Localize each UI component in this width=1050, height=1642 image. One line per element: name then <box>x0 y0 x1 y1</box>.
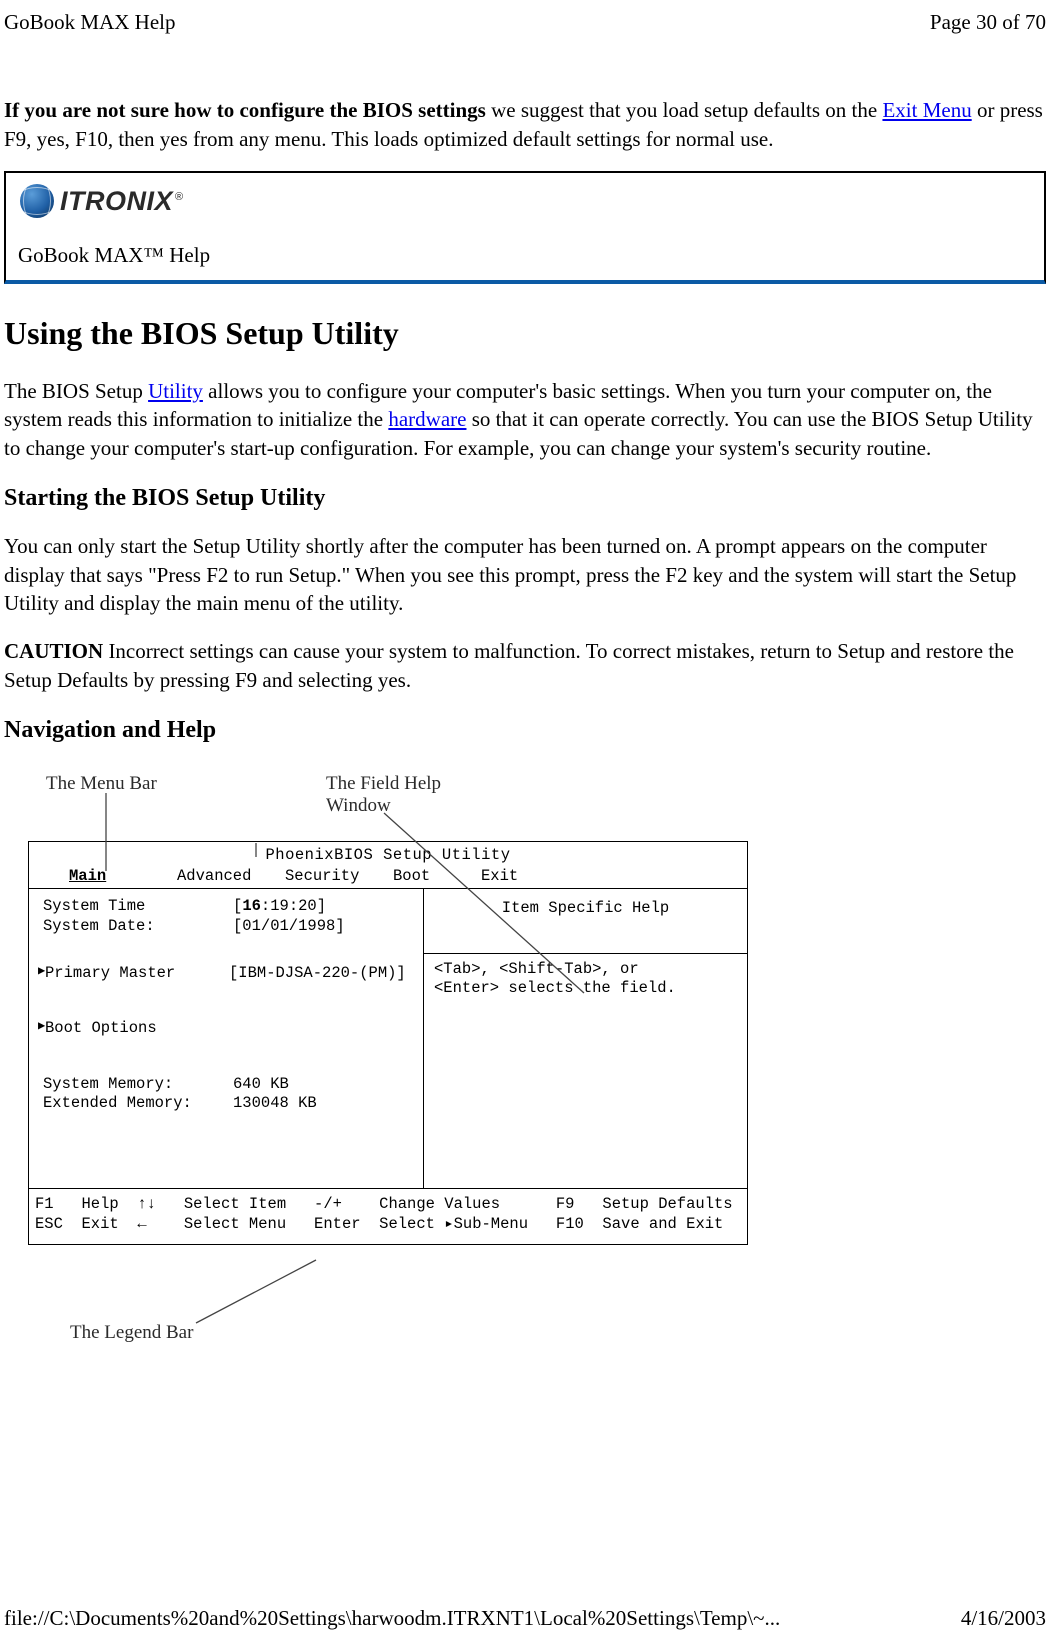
help-text-line1: <Tab>, <Shift-Tab>, or <box>434 960 737 979</box>
bios-legend-bar: F1 Help ↑↓ Select Item -/+ Change Values… <box>29 1188 747 1244</box>
intro-text-1: we suggest that you load setup defaults … <box>486 98 883 122</box>
footer-date: 4/16/2003 <box>961 1604 1046 1632</box>
subheading-starting: Starting the BIOS Setup Utility <box>4 482 1046 514</box>
extended-memory-value: 130048 KB <box>233 1094 317 1113</box>
bios-window: PhoenixBIOS Setup Utility Main Advanced … <box>28 841 748 1246</box>
item-specific-help-title: Item Specific Help <box>434 897 737 918</box>
tab-boot: Boot <box>393 867 481 886</box>
menubar-label: The Menu Bar <box>46 771 157 797</box>
boot-options-label: Boot Options <box>39 1019 229 1038</box>
bios-right-pane: Item Specific Help <Tab>, <Shift-Tab>, o… <box>424 889 747 1188</box>
right-divider <box>424 953 747 954</box>
caution-label: CAUTION <box>4 639 103 663</box>
header-left: GoBook MAX Help <box>4 8 176 36</box>
row-primary-master: ▶ Primary Master [IBM-DJSA-220-(PM)] <box>39 964 413 983</box>
para1-pre: The BIOS Setup <box>4 379 148 403</box>
row-system-date: System Date: [01/01/1998] <box>39 917 413 936</box>
bios-figure: The Menu Bar The Field Help Window The L… <box>6 765 766 1365</box>
page-content: If you are not sure how to configure the… <box>0 36 1050 1364</box>
subheading-navigation: Navigation and Help <box>4 714 1046 746</box>
footer-path: file://C:\Documents%20and%20Settings\har… <box>4 1604 780 1632</box>
utility-link[interactable]: Utility <box>148 379 203 403</box>
system-time-open: [ <box>233 897 242 915</box>
bios-menu-bar: Main Advanced Security Boot Exit <box>29 867 747 888</box>
system-memory-label: System Memory: <box>43 1075 233 1094</box>
system-time-hour: 16 <box>242 897 261 915</box>
bios-body: System Time [16:19:20] System Date: [01/… <box>29 888 747 1188</box>
hardware-link[interactable]: hardware <box>388 407 466 431</box>
primary-master-value: [IBM-DJSA-220-(PM)] <box>229 964 406 983</box>
intro-paragraph: If you are not sure how to configure the… <box>4 96 1046 153</box>
legend-line1: F1 Help ↑↓ Select Item -/+ Change Values… <box>35 1195 741 1214</box>
row-extended-memory: Extended Memory: 130048 KB <box>39 1094 413 1113</box>
legendbar-label: The Legend Bar <box>70 1320 193 1346</box>
paragraph-2: You can only start the Setup Utility sho… <box>4 532 1046 617</box>
system-time-label: System Time <box>43 897 233 916</box>
fieldhelp-label-2: Window <box>326 793 391 819</box>
caution-text: Incorrect settings can cause your system… <box>4 639 1014 691</box>
legend-line2: ESC Exit ← Select Menu Enter Select ▸Sub… <box>35 1215 741 1234</box>
tab-advanced: Advanced <box>177 867 285 886</box>
submenu-marker-icon: ▶ <box>38 964 45 979</box>
product-name: GoBook MAX™ Help <box>12 239 1038 273</box>
bios-title: PhoenixBIOS Setup Utility <box>29 842 747 867</box>
title-banner: ITRONIX® GoBook MAX™ Help <box>4 171 1046 284</box>
row-boot-options: ▶ Boot Options <box>39 1019 413 1038</box>
row-system-memory: System Memory: 640 KB <box>39 1075 413 1094</box>
system-memory-value: 640 KB <box>233 1075 289 1094</box>
help-text-line2: <Enter> selects the field. <box>434 979 737 998</box>
tab-exit: Exit <box>481 867 589 886</box>
row-system-time: System Time [16:19:20] <box>39 897 413 916</box>
page-header: GoBook MAX Help Page 30 of 70 <box>0 0 1050 36</box>
system-date-label: System Date: <box>43 917 233 936</box>
logo-row: ITRONIX® <box>12 183 1038 219</box>
system-date-value: [01/01/1998] <box>233 917 345 936</box>
system-time-value: [16:19:20] <box>233 897 326 916</box>
page-footer: file://C:\Documents%20and%20Settings\har… <box>4 1604 1046 1632</box>
header-right: Page 30 of 70 <box>930 8 1046 36</box>
page-title: Using the BIOS Setup Utility <box>4 312 1046 355</box>
brand-text: ITRONIX® <box>60 183 184 219</box>
title-banner-inner: ITRONIX® GoBook MAX™ Help <box>6 173 1044 280</box>
registered-mark: ® <box>175 191 184 203</box>
paragraph-1: The BIOS Setup Utility allows you to con… <box>4 377 1046 462</box>
system-time-rest: :19:20] <box>261 897 326 915</box>
exit-menu-link[interactable]: Exit Menu <box>882 98 971 122</box>
paragraph-caution: CAUTION Incorrect settings can cause you… <box>4 637 1046 694</box>
tab-main: Main <box>69 867 177 886</box>
brand-name: ITRONIX <box>60 186 173 216</box>
intro-bold: If you are not sure how to configure the… <box>4 98 486 122</box>
extended-memory-label: Extended Memory: <box>43 1094 233 1113</box>
primary-master-label: Primary Master <box>39 964 229 983</box>
globe-icon <box>20 184 54 218</box>
tab-security: Security <box>285 867 393 886</box>
bios-left-pane: System Time [16:19:20] System Date: [01/… <box>29 889 424 1188</box>
submenu-marker-icon: ▶ <box>38 1019 45 1034</box>
